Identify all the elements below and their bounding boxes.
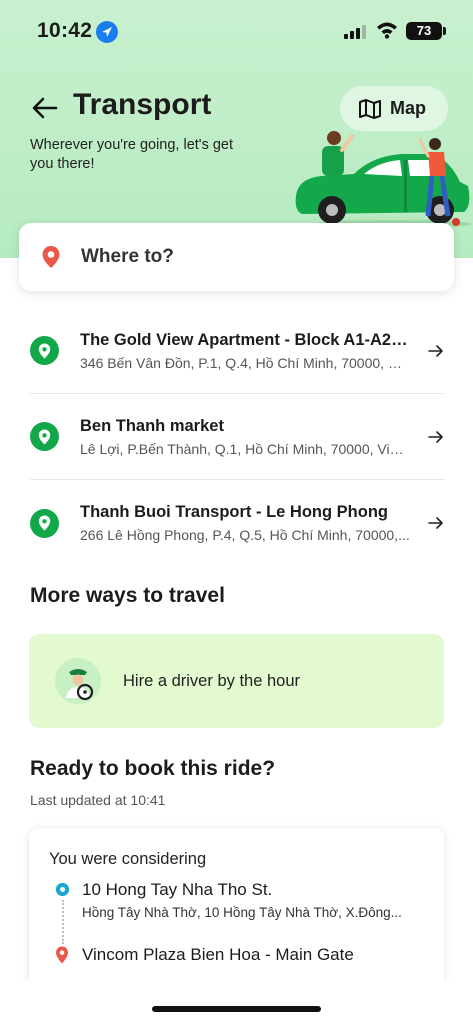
search-placeholder: Where to? bbox=[81, 246, 174, 267]
green-pin-icon bbox=[30, 336, 59, 365]
list-item[interactable]: Ben Thanh market Lê Lợi, P.Bến Thành, Q.… bbox=[30, 394, 445, 480]
bottom-safe-area bbox=[0, 980, 473, 1023]
list-item[interactable]: The Gold View Apartment - Block A1-A2-..… bbox=[30, 308, 445, 394]
car-illustration bbox=[295, 131, 472, 228]
location-name: Thanh Buoi Transport - Le Hong Phong bbox=[80, 503, 388, 521]
arrow-right-icon bbox=[428, 430, 443, 443]
arrow-right-icon bbox=[428, 344, 443, 357]
pickup-dot-icon bbox=[56, 883, 69, 896]
route-connector bbox=[62, 900, 64, 944]
map-icon bbox=[359, 98, 381, 119]
ready-title: Ready to book this ride? bbox=[30, 757, 276, 780]
hire-driver-card[interactable]: Hire a driver by the hour bbox=[29, 634, 444, 728]
location-pin-icon bbox=[42, 246, 60, 268]
considering-card[interactable]: You were considering 10 Hong Tay Nha Tho… bbox=[29, 828, 444, 988]
signal-icon bbox=[344, 25, 366, 39]
map-button-label: Map bbox=[390, 98, 426, 118]
last-updated: Last updated at 10:41 bbox=[30, 792, 166, 808]
list-item[interactable]: Thanh Buoi Transport - Le Hong Phong 266… bbox=[30, 480, 445, 566]
page-subtitle: Wherever you're going, let's get you the… bbox=[30, 137, 233, 172]
location-name: The Gold View Apartment - Block A1-A2-..… bbox=[80, 330, 410, 349]
location-address: Lê Lợi, P.Bến Thành, Q.1, Hồ Chí Minh, 7… bbox=[80, 440, 410, 457]
location-address: 266 Lê Hồng Phong, P.4, Q.5, Hồ Chí Minh… bbox=[80, 527, 410, 543]
driver-steering-icon bbox=[55, 658, 101, 704]
hire-driver-label: Hire a driver by the hour bbox=[123, 671, 300, 690]
arrow-right-icon bbox=[428, 517, 443, 529]
saved-locations-list: The Gold View Apartment - Block A1-A2-..… bbox=[30, 308, 445, 566]
map-button[interactable]: Map bbox=[340, 86, 448, 131]
green-pin-icon bbox=[30, 422, 59, 451]
battery-icon: 73 bbox=[406, 22, 442, 40]
location-arrow-icon bbox=[96, 21, 118, 43]
considering-title: You were considering bbox=[49, 850, 207, 868]
location-address: 346 Bến Vân Đồn, P.1, Q.4, Hồ Chí Minh, … bbox=[80, 354, 410, 371]
wifi-icon bbox=[377, 22, 397, 39]
location-name: Ben Thanh market bbox=[80, 416, 224, 435]
dropoff-name: Vincom Plaza Bien Hoa - Main Gate bbox=[82, 945, 354, 964]
home-indicator[interactable] bbox=[152, 1006, 321, 1012]
where-to-search[interactable]: Where to? bbox=[19, 223, 454, 291]
pickup-name: 10 Hong Tay Nha Tho St. bbox=[82, 880, 273, 899]
more-ways-title: More ways to travel bbox=[30, 584, 225, 607]
dropoff-pin-icon bbox=[56, 946, 68, 964]
battery-tip bbox=[443, 27, 446, 35]
page-title: Transport bbox=[73, 88, 212, 121]
green-pin-icon bbox=[30, 508, 59, 538]
status-time: 10:42 bbox=[37, 19, 93, 42]
pickup-address: Hồng Tây Nhà Thờ, 10 Hồng Tây Nhà Thờ, X… bbox=[82, 905, 402, 920]
back-arrow-icon[interactable] bbox=[30, 93, 60, 123]
